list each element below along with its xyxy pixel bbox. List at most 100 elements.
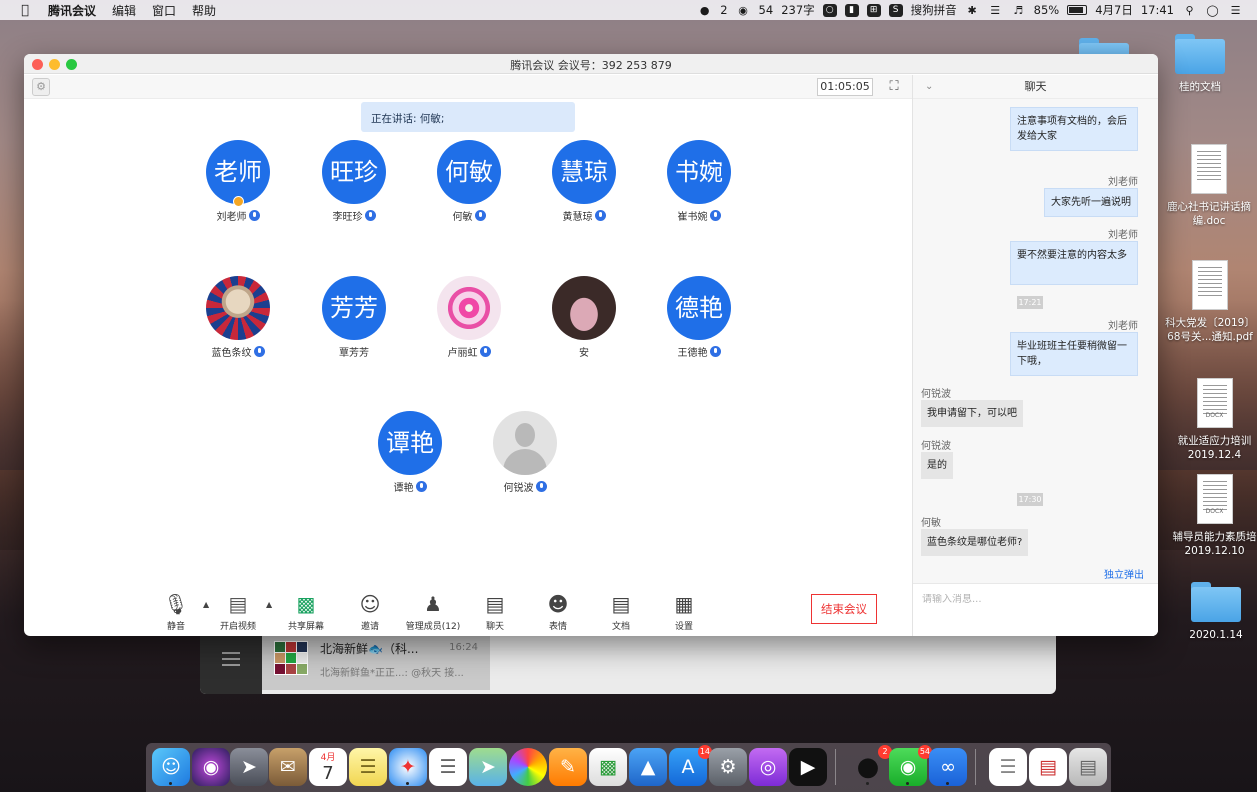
settings-label: 设置 — [674, 622, 693, 632]
collapse-chevron-icon[interactable]: ⌄ — [925, 75, 933, 99]
folder-icon — [1175, 34, 1225, 74]
participant-tile[interactable]: 书婉 崔书婉 — [644, 140, 754, 223]
chat-button[interactable]: ▤ 聊天 — [465, 592, 525, 632]
menu-edit[interactable]: 编辑 — [112, 2, 136, 19]
app-store-icon[interactable]: A 14 — [669, 745, 712, 786]
docs-button[interactable]: ▤ 文档 — [591, 592, 651, 632]
chat-sender: 刘老师 — [1108, 177, 1138, 188]
maps-icon[interactable]: ➤ — [469, 748, 507, 786]
menu-icon[interactable] — [222, 652, 240, 666]
participant-tile[interactable]: 旺珍 李旺珍 — [299, 140, 409, 223]
keynote-icon[interactable]: ▲ — [629, 748, 667, 786]
system-preferences-icon[interactable]: ⚙ — [709, 748, 747, 786]
sogou-icon[interactable]: S — [888, 3, 903, 17]
status-app-icon-2[interactable]: ▮ — [844, 3, 859, 17]
mic-icon — [709, 346, 721, 357]
start-video-button[interactable]: ▤ 开启视频 — [208, 592, 268, 632]
participant-name: 蓝色条纹 — [211, 348, 252, 359]
meeting-info-icon[interactable]: ⚙ — [32, 78, 50, 96]
trash-icon[interactable]: ▤ — [1069, 748, 1107, 786]
participant-name: 崔书婉 — [677, 212, 708, 223]
mute-button[interactable]: 🎙 静音 — [146, 592, 206, 632]
wechat-dock-icon[interactable]: ◉ 54 — [889, 745, 932, 786]
participant-tile[interactable]: 芳芳 覃芳芳 — [299, 276, 409, 359]
participant-tile[interactable]: 何锐波 — [470, 411, 580, 494]
manage-members-button[interactable]: ♟ 管理成员(12) — [403, 592, 463, 632]
calendar-icon[interactable]: 4月 7 — [309, 748, 347, 786]
wechat-icon[interactable]: ◉ — [736, 4, 751, 17]
participant-tile[interactable]: 谭艳 谭艳 — [355, 411, 465, 494]
safari-icon[interactable]: ✦ — [389, 748, 427, 786]
word-count[interactable]: 237字 — [781, 2, 814, 18]
desktop-icon-label: 就业适应力培训2019.12.4 — [1177, 435, 1252, 461]
mail-stamp-icon[interactable]: ✉ — [269, 748, 307, 786]
menubar-time[interactable]: 17:41 — [1141, 3, 1174, 17]
notification-center-icon[interactable]: ☰ — [1228, 4, 1243, 17]
participant-tile[interactable]: 老师 刘老师 — [183, 140, 293, 223]
launchpad-icon[interactable]: ➤ — [230, 748, 268, 786]
qq-dock-icon[interactable]: ● 2 — [849, 745, 892, 786]
siri-icon[interactable]: ◉ — [192, 748, 230, 786]
desktop-doc-speech[interactable]: 鹿心社书记讲话摘编.doc — [1163, 144, 1255, 228]
participant-name: 何锐波 — [503, 483, 534, 494]
bluetooth-icon[interactable]: ✱ — [965, 4, 980, 17]
participant-tile[interactable]: 何敏 何敏 — [414, 140, 524, 223]
battery-icon[interactable] — [1067, 5, 1088, 15]
fullscreen-icon[interactable]: ⛶ — [886, 79, 902, 95]
participant-tile[interactable]: 卢丽虹 — [414, 276, 524, 359]
desktop-folder-date[interactable]: 2020.1.14 — [1170, 582, 1257, 642]
dock: ☺ ◉ ➤ ✉ 4月 7 ☰ ✦ ☰ ➤ ✎ ▩ ▲ A 14 ⚙ ◎ ▶ ● 2 ◉… — [146, 743, 1111, 792]
participant-tile[interactable]: 德艳 王德艳 — [644, 276, 754, 359]
participant-name: 谭艳 — [393, 483, 414, 494]
desktop-folder-docs[interactable]: 桂的文档 — [1154, 34, 1246, 94]
photos-icon[interactable] — [509, 748, 547, 786]
menu-app-name[interactable]: 腾讯会议 — [48, 2, 96, 19]
siri-icon[interactable]: ◯ — [1205, 4, 1220, 17]
menu-help[interactable]: 帮助 — [192, 2, 216, 19]
apple-icon[interactable]:  — [18, 3, 32, 18]
spotlight-search-icon[interactable]: ⚲ — [1182, 4, 1197, 17]
desktop-docx-training[interactable]: DOCX 就业适应力培训2019.12.4 — [1172, 378, 1257, 462]
avatar: 德艳 — [667, 276, 731, 340]
dock-preview-icon[interactable]: ▤ — [1029, 748, 1067, 786]
grid-settings-icon: ▦ — [674, 592, 694, 616]
video-options-caret[interactable]: ▲ — [266, 600, 272, 609]
chat-message-bubble: 我申请留下，可以吧 — [921, 400, 1023, 427]
chat-messages[interactable]: 注意事项有文档的，会后发给大家 刘老师 大家先听一遍说明 刘老师 要不然要注意的… — [913, 99, 1158, 559]
tencent-meeting-dock-icon[interactable]: ∞ — [929, 748, 967, 786]
settings-button[interactable]: ▦ 设置 — [654, 592, 714, 632]
volume-icon[interactable]: ♬ — [1011, 4, 1026, 17]
status-area: ● 2 ◉ 54 237字 ○ ▮ ⊞ S 搜狗拼音 ✱ ☰ ♬ 85% 4月7… — [697, 2, 1257, 18]
participant-tile[interactable]: 安 — [529, 276, 639, 359]
desktop-docx-ability[interactable]: DOCX 辅导员能力素质培2019.12.10 — [1172, 474, 1257, 558]
popout-chat-link[interactable]: 独立弹出 — [1104, 566, 1144, 581]
chat-sender: 何敏 — [921, 518, 941, 529]
input-method[interactable]: 搜狗拼音 — [911, 2, 957, 18]
menu-window[interactable]: 窗口 — [152, 2, 176, 19]
participant-tile[interactable]: 蓝色条纹 — [183, 276, 293, 359]
invite-button[interactable]: ☺ 邀请 — [340, 592, 400, 632]
mic-icon — [415, 481, 427, 492]
emoji-button[interactable]: ☻ 表情 — [528, 592, 588, 632]
participant-name: 黄慧琼 — [562, 212, 593, 223]
desktop-pdf-notice[interactable]: 科大党发〔2019〕68号关...通知.pdf — [1163, 260, 1257, 344]
chat-list-item[interactable]: 北海新鲜🐟（科... 16:24 北海新鲜鱼*正正...: @秋天 接... — [262, 636, 490, 690]
reminders-icon[interactable]: ☰ — [429, 748, 467, 786]
notes-icon[interactable]: ☰ — [349, 748, 387, 786]
wifi-icon[interactable]: ☰ — [988, 4, 1003, 17]
chat-input[interactable] — [922, 594, 1142, 605]
status-app-icon-1[interactable]: ○ — [822, 3, 837, 17]
status-app-icon-3[interactable]: ⊞ — [866, 3, 881, 17]
apple-tv-icon[interactable]: ▶ — [789, 748, 827, 786]
finder-icon[interactable]: ☺ — [152, 748, 190, 786]
end-meeting-button[interactable]: 结束会议 — [811, 594, 877, 624]
qq-icon[interactable]: ● — [697, 4, 712, 17]
dock-document-icon[interactable]: ☰ — [989, 748, 1027, 786]
participant-tile[interactable]: 慧琼 黄慧琼 — [529, 140, 639, 223]
podcasts-icon[interactable]: ◎ — [749, 748, 787, 786]
share-screen-button[interactable]: ▩ 共享屏幕 — [276, 592, 336, 632]
qq-count: 2 — [720, 3, 728, 17]
pages-icon[interactable]: ✎ — [549, 748, 587, 786]
numbers-icon[interactable]: ▩ — [589, 748, 627, 786]
menubar-date[interactable]: 4月7日 — [1095, 2, 1133, 18]
